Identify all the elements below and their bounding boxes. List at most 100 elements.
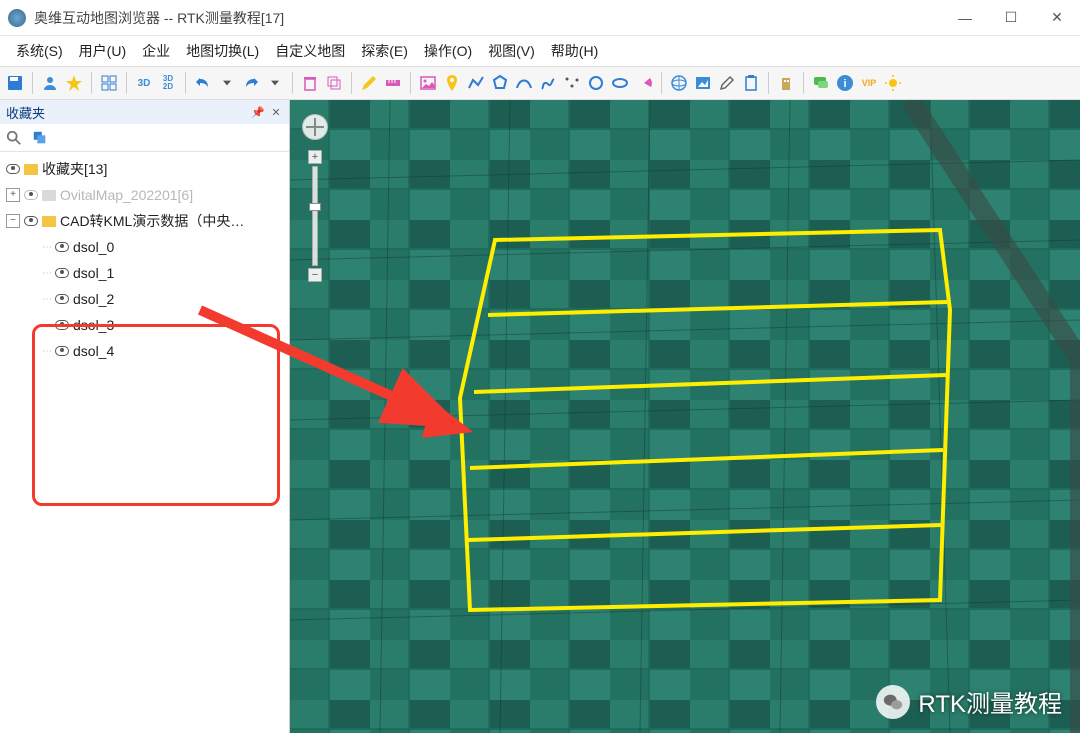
zoom-out-button[interactable]: − [308, 268, 322, 282]
titlebar: 奥维互动地图浏览器 -- RTK测量教程[17] — ☐ ✕ [0, 0, 1080, 36]
marker-icon[interactable] [441, 72, 463, 94]
tree-item-label: dsol_1 [73, 265, 114, 281]
tree-item-label: dsol_4 [73, 343, 114, 359]
tree-group[interactable]: − CAD转KML演示数据（中央… [2, 208, 287, 234]
zoom-slider-handle[interactable] [309, 203, 321, 211]
user-icon[interactable] [39, 72, 61, 94]
image-icon[interactable] [417, 72, 439, 94]
save-icon[interactable] [4, 72, 26, 94]
grid-icon[interactable] [98, 72, 120, 94]
pin-icon[interactable]: 📌 [251, 105, 265, 119]
svg-text:i: i [843, 78, 846, 90]
expand-icon[interactable]: + [6, 188, 20, 202]
star-icon[interactable] [63, 72, 85, 94]
minimize-button[interactable]: — [942, 0, 988, 36]
redo-icon[interactable] [240, 72, 262, 94]
pencil-icon[interactable] [358, 72, 380, 94]
building-icon[interactable] [775, 72, 797, 94]
separator [768, 72, 769, 94]
wechat-icon [876, 685, 910, 719]
app-icon [8, 9, 26, 27]
map-view[interactable]: + − RTK测量教程 [290, 100, 1080, 733]
visibility-icon[interactable] [55, 242, 69, 252]
tree-branch: ⋯ [42, 320, 51, 331]
edit-icon[interactable] [716, 72, 738, 94]
maximize-button[interactable]: ☐ [988, 0, 1034, 36]
zoom-in-button[interactable]: + [308, 150, 322, 164]
polygon-icon[interactable] [489, 72, 511, 94]
menu-custom-map[interactable]: 自定义地图 [267, 37, 353, 65]
tree-item[interactable]: ⋯dsol_2 [2, 286, 287, 312]
circle-icon[interactable] [585, 72, 607, 94]
tree-root[interactable]: 收藏夹[13] [2, 156, 287, 182]
clipboard-icon[interactable] [740, 72, 762, 94]
visibility-icon[interactable] [55, 268, 69, 278]
tree-item[interactable]: ⋯dsol_0 [2, 234, 287, 260]
visibility-icon[interactable] [24, 190, 38, 200]
visibility-icon[interactable] [55, 320, 69, 330]
window-title: 奥维互动地图浏览器 -- RTK测量教程[17] [34, 8, 942, 28]
info-icon[interactable]: i [834, 72, 856, 94]
menu-enterprise[interactable]: 企业 [134, 37, 178, 65]
close-panel-icon[interactable]: ✕ [269, 105, 283, 119]
tree-item-label: dsol_0 [73, 239, 114, 255]
visibility-icon[interactable] [6, 164, 20, 174]
ruler-icon[interactable] [382, 72, 404, 94]
separator [91, 72, 92, 94]
tree-item[interactable]: ⋯ dsol_3 [2, 312, 287, 338]
ellipse-icon[interactable] [609, 72, 631, 94]
folder-icon [42, 216, 56, 227]
menu-map-switch[interactable]: 地图切换(L) [178, 37, 267, 65]
dropdown-icon[interactable] [216, 72, 238, 94]
sidebar-tools [0, 124, 289, 152]
polyline-icon[interactable] [465, 72, 487, 94]
pan-control[interactable] [302, 114, 328, 140]
dropdown-icon[interactable] [264, 72, 286, 94]
3d-icon[interactable]: 3D [133, 72, 155, 94]
3d2d-icon[interactable]: 3D2D [157, 72, 179, 94]
zoom-slider-track[interactable] [312, 166, 318, 266]
tree-disabled-label: OvitalMap_202201[6] [60, 187, 193, 203]
tree-item[interactable]: ⋯ dsol_1 [2, 260, 287, 286]
menu-help[interactable]: 帮助(H) [543, 37, 606, 65]
tree-item-label: dsol_2 [73, 291, 114, 307]
tree-branch: ⋯ [42, 268, 51, 279]
visibility-icon[interactable] [55, 294, 69, 304]
curve-icon[interactable] [513, 72, 535, 94]
globe-icon[interactable] [668, 72, 690, 94]
separator [126, 72, 127, 94]
tree-group-label: CAD转KML演示数据（中央… [60, 211, 244, 231]
watermark: RTK测量教程 [876, 684, 1062, 719]
menu-user[interactable]: 用户(U) [71, 37, 134, 65]
points-icon[interactable] [561, 72, 583, 94]
close-button[interactable]: ✕ [1034, 0, 1080, 36]
separator [185, 72, 186, 94]
chat-icon[interactable] [810, 72, 832, 94]
menu-system[interactable]: 系统(S) [8, 37, 71, 65]
search-icon[interactable] [4, 128, 24, 148]
sun-icon[interactable] [882, 72, 904, 94]
tree-item-label: dsol_3 [73, 317, 114, 333]
menu-view[interactable]: 视图(V) [480, 37, 543, 65]
menu-operate[interactable]: 操作(O) [416, 37, 480, 65]
undo-icon[interactable] [192, 72, 214, 94]
tree-disabled-folder[interactable]: + OvitalMap_202201[6] [2, 182, 287, 208]
vip-icon[interactable]: VIP [858, 72, 880, 94]
delete-icon[interactable] [299, 72, 321, 94]
route-icon[interactable] [537, 72, 559, 94]
cascade-icon[interactable] [30, 128, 50, 148]
collapse-icon[interactable]: − [6, 214, 20, 228]
satellite-imagery [290, 100, 1080, 733]
sector-icon[interactable] [633, 72, 655, 94]
content-area: 收藏夹 📌 ✕ 收藏夹[13] + OvitalMap_202201[6] − [0, 100, 1080, 733]
tree-item[interactable]: ⋯dsol_4 [2, 338, 287, 364]
folder-icon [42, 190, 56, 201]
copy-icon[interactable] [323, 72, 345, 94]
sidebar-header: 收藏夹 📌 ✕ [0, 100, 289, 124]
menu-explore[interactable]: 探索(E) [353, 37, 416, 65]
folder-icon [24, 164, 38, 175]
separator [803, 72, 804, 94]
visibility-icon[interactable] [55, 346, 69, 356]
visibility-icon[interactable] [24, 216, 38, 226]
photo-icon[interactable] [692, 72, 714, 94]
